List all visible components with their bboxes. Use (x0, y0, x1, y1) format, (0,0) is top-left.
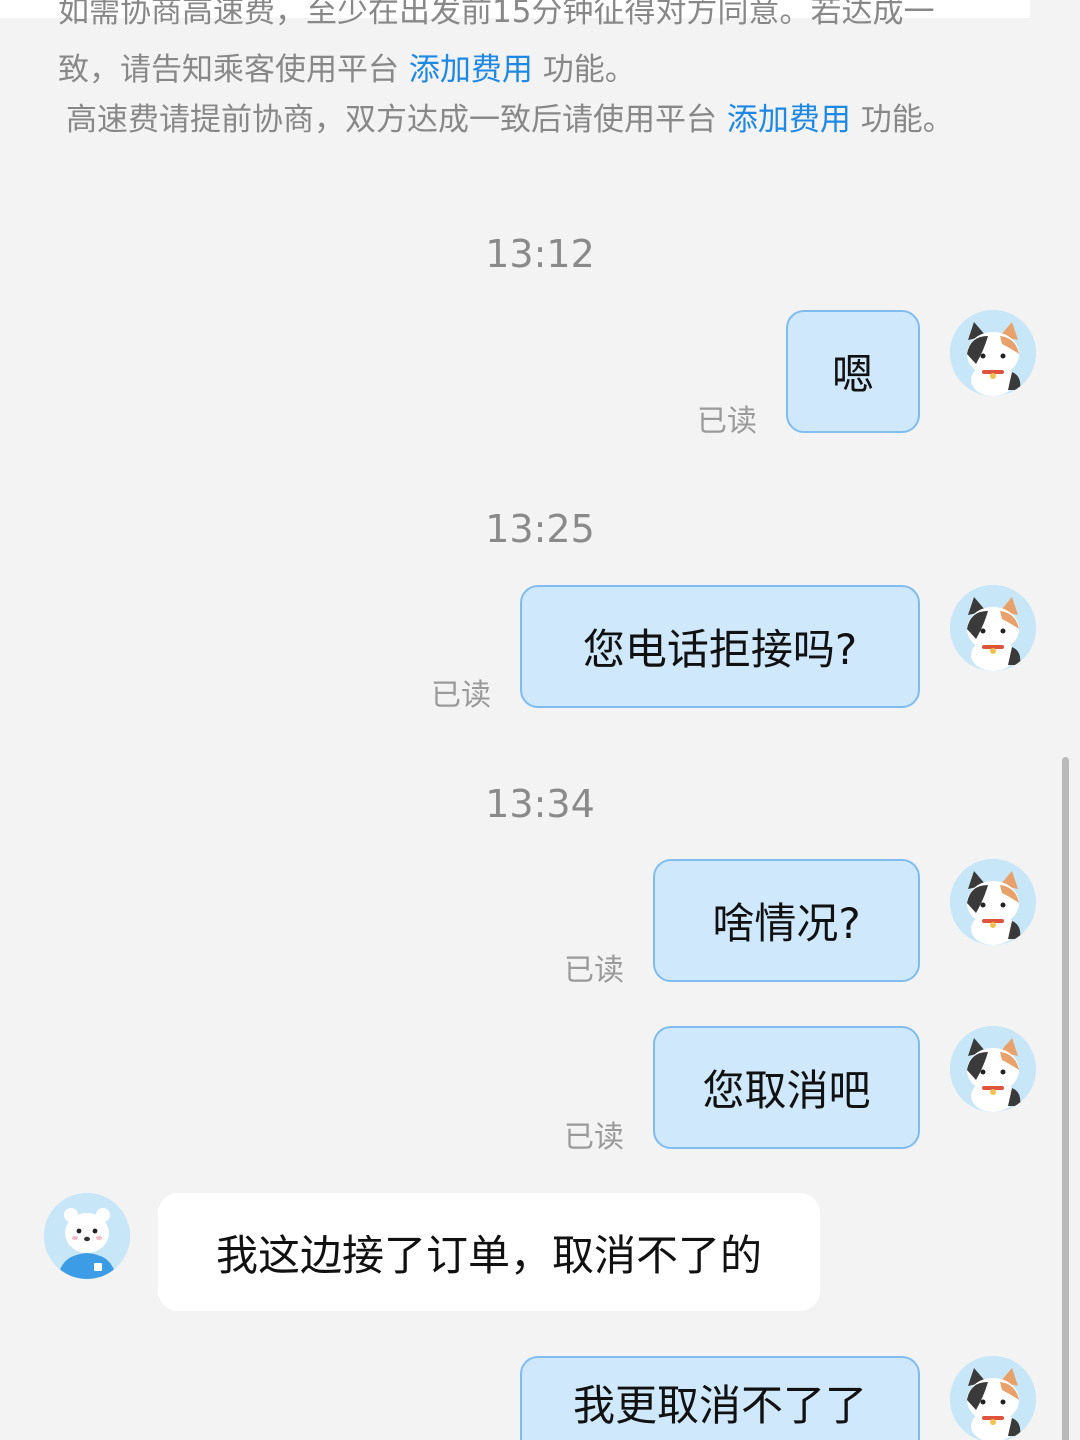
notice-line: 致，请告知乘客使用平台 添加费用 功能。 (58, 46, 1018, 94)
message-bubble-outgoing[interactable]: 嗯 (786, 310, 920, 433)
calico-cat-avatar-icon (950, 585, 1036, 671)
polar-bear-avatar-icon[interactable] (44, 1193, 130, 1279)
add-fee-link[interactable]: 添加费用 (727, 102, 851, 138)
calico-cat-avatar-icon[interactable] (950, 310, 1036, 396)
calico-cat-avatar-icon (950, 859, 1036, 945)
message-bubble-outgoing[interactable]: 啥情况? (653, 859, 920, 982)
calico-cat-avatar-icon (950, 1356, 1036, 1440)
calico-cat-avatar-icon (950, 1026, 1036, 1112)
read-status: 已读 (697, 404, 757, 439)
notice-text: 功能。 (532, 52, 636, 88)
notice-text: 致，请告知乘客使用平台 (58, 52, 409, 88)
calico-cat-avatar-icon[interactable] (950, 859, 1036, 945)
message-text: 啥情况? (712, 899, 861, 948)
chat-screen: 如需协商高速费，至少在出发前15分钟征得对方同意。若达成一 致，请告知乘客使用平… (0, 0, 1080, 1440)
message-text: 您电话拒接吗? (582, 625, 858, 674)
message-text: 我这边接了订单，取消不了的 (215, 1230, 762, 1280)
message-bubble-outgoing[interactable]: 我更取消不了了 (520, 1356, 920, 1440)
polar-bear-avatar-icon (44, 1193, 130, 1279)
notice-text: 高速费请提前协商，双方达成一致后请使用平台 (66, 102, 727, 138)
message-bubble-outgoing[interactable]: 您电话拒接吗? (520, 585, 920, 708)
read-status: 已读 (564, 1120, 624, 1155)
message-text: 您取消吧 (702, 1066, 871, 1115)
notice-line: 高速费请提前协商，双方达成一致后请使用平台 添加费用 功能。 (66, 96, 1026, 144)
notice-clip: 如需协商高速费，至少在出发前15分钟征得对方同意。若达成一 (0, 0, 1080, 36)
message-bubble-incoming[interactable]: 我这边接了订单，取消不了的 (158, 1193, 820, 1311)
notice-text: 功能。 (850, 102, 954, 138)
message-text: 嗯 (831, 350, 874, 399)
message-timestamp: 13:12 (485, 232, 595, 276)
calico-cat-avatar-icon[interactable] (950, 1026, 1036, 1112)
calico-cat-avatar-icon (950, 310, 1036, 396)
add-fee-link[interactable]: 添加费用 (409, 52, 533, 88)
message-text: 我更取消不了了 (572, 1381, 867, 1430)
read-status: 已读 (431, 678, 491, 713)
calico-cat-avatar-icon[interactable] (950, 1356, 1036, 1440)
message-bubble-outgoing[interactable]: 您取消吧 (653, 1026, 920, 1149)
scrollbar[interactable] (1062, 757, 1069, 1440)
read-status: 已读 (564, 953, 624, 988)
notice-line-partial: 如需协商高速费，至少在出发前15分钟征得对方同意。若达成一 (58, 0, 935, 30)
message-timestamp: 13:34 (485, 782, 595, 826)
message-timestamp: 13:25 (485, 507, 595, 551)
calico-cat-avatar-icon[interactable] (950, 585, 1036, 671)
